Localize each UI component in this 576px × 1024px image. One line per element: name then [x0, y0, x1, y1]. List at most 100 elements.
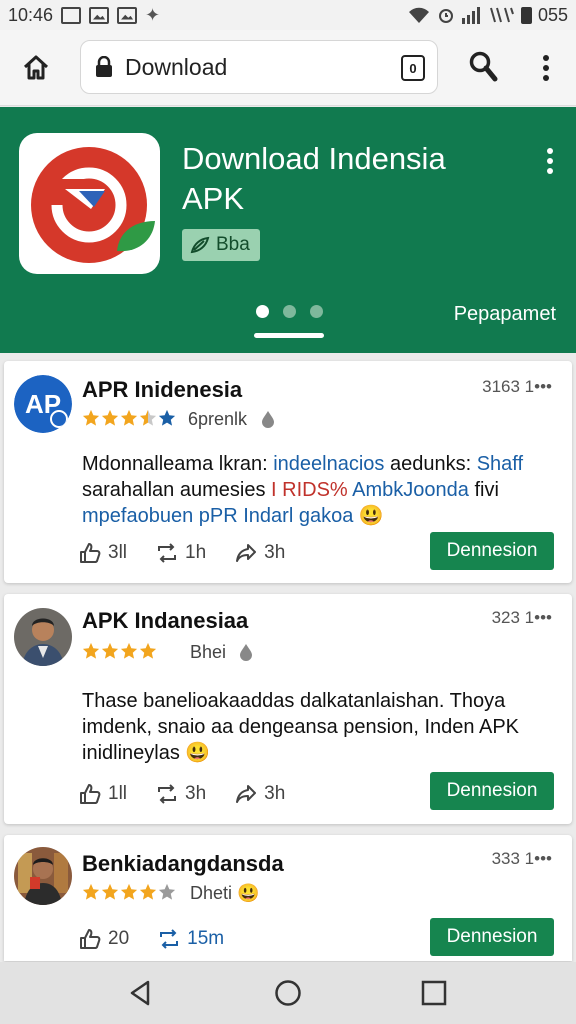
- repost-icon: [158, 543, 177, 563]
- star-empty-icon: [158, 883, 176, 900]
- card-meta[interactable]: 3163 1•••: [482, 377, 552, 397]
- tab-switcher-button[interactable]: 0: [401, 55, 425, 81]
- share-arrow-icon: [236, 785, 257, 803]
- alarm-icon: [438, 9, 453, 23]
- share-button[interactable]: 3h: [234, 782, 285, 806]
- back-icon[interactable]: [126, 978, 156, 1008]
- thumbs-up-icon: [80, 784, 101, 804]
- card-title[interactable]: APR Inidenesia: [82, 377, 242, 403]
- like-button[interactable]: 1ll: [78, 782, 127, 806]
- card-meta[interactable]: 323 1•••: [492, 608, 552, 628]
- home-circle-icon[interactable]: [273, 978, 303, 1008]
- like-button[interactable]: 3ll: [78, 541, 127, 565]
- share-count: 3h: [264, 542, 286, 563]
- avatar-apr-logo[interactable]: AP: [14, 375, 72, 433]
- recents-icon[interactable]: [419, 978, 449, 1008]
- repost-button[interactable]: 1h: [155, 541, 206, 565]
- star-icon: [120, 883, 138, 900]
- carousel-dot-3[interactable]: [310, 305, 323, 318]
- star-half-icon: [139, 409, 157, 426]
- card-subtitle: 6prenlk: [188, 409, 248, 429]
- data-signal-icon: [489, 7, 514, 23]
- body-link[interactable]: Indarl gakoa: [243, 505, 353, 527]
- download-button[interactable]: Dennesion: [430, 772, 554, 810]
- repost-count: 3h: [185, 783, 207, 804]
- card-subtitle: Bhei: [190, 642, 227, 662]
- body-text: Mdonnalleama lkran:: [82, 453, 274, 475]
- card-meta[interactable]: 333 1•••: [492, 849, 552, 869]
- like-count: 3ll: [108, 542, 128, 563]
- clock: 10:46: [8, 4, 54, 25]
- star-icon: [139, 642, 157, 659]
- browser-toolbar: Download 0: [0, 30, 576, 106]
- notification-x-icon: [61, 6, 82, 24]
- share-count: 3h: [264, 783, 286, 804]
- system-navigation-bar: [0, 962, 576, 1024]
- body-highlight: RIDS%: [282, 479, 348, 501]
- repost-count: 1h: [185, 542, 207, 563]
- repost-icon: [158, 784, 177, 804]
- share-button[interactable]: 3h: [234, 541, 285, 565]
- star-icon: [101, 883, 119, 900]
- star-icon: [139, 883, 157, 900]
- card-title[interactable]: Benkiadangdansda: [82, 851, 284, 877]
- battery-level: 055: [537, 4, 568, 25]
- download-button[interactable]: Dennesion: [430, 918, 554, 956]
- carousel-underline: [254, 333, 324, 338]
- repost-count: 15m: [187, 928, 225, 949]
- body-link[interactable]: AmbkJoonda: [352, 479, 469, 501]
- thumbs-up-icon: [80, 543, 101, 563]
- app-title: Download Indensia APK: [182, 141, 446, 216]
- carousel-dot-2[interactable]: [283, 305, 296, 318]
- battery-icon: [520, 6, 532, 24]
- download-button[interactable]: Dennesion: [430, 532, 554, 570]
- app-tag-badge[interactable]: Bba: [182, 229, 260, 261]
- body-link[interactable]: Shaff: [477, 453, 523, 475]
- hero-link[interactable]: Pepapamet: [454, 303, 556, 326]
- repost-button[interactable]: 15m: [157, 927, 224, 951]
- hero-more-icon[interactable]: [540, 145, 560, 177]
- repost-button[interactable]: 3h: [155, 782, 206, 806]
- app-hero-banner: Download Indensia APK Bba Pepapamet: [0, 107, 576, 353]
- star-icon: [101, 409, 119, 426]
- body-link[interactable]: mpefaobuen pPR: [82, 505, 238, 527]
- status-bar: 10:46 ✦ 055: [0, 0, 576, 30]
- signal-icon: [461, 7, 480, 24]
- notification-plus-icon: ✦: [145, 4, 161, 25]
- avatar-user-photo-2[interactable]: [14, 847, 72, 905]
- star-icon: [82, 642, 100, 659]
- star-icon: [82, 409, 100, 426]
- overflow-menu-icon[interactable]: [536, 52, 556, 84]
- review-card-1: AP APR Inidenesia 3163 1••• 6prenlk Mdon…: [4, 361, 572, 583]
- url-text: Download: [125, 53, 228, 80]
- carousel-dot-1[interactable]: [256, 305, 269, 318]
- star-icon: [101, 642, 119, 659]
- body-text: aedunks:: [384, 453, 477, 475]
- star-rating: [82, 883, 176, 901]
- star-icon: [120, 409, 138, 426]
- app-logo-icon[interactable]: [19, 133, 160, 274]
- drop-icon: [262, 411, 274, 428]
- like-count: 20: [108, 928, 130, 949]
- notification-gallery-icon: [117, 6, 138, 24]
- carousel-indicator[interactable]: [256, 305, 323, 318]
- body-text: sarahallan aumesies: [82, 479, 271, 501]
- home-icon[interactable]: [20, 52, 52, 84]
- card-actions: 20 15m: [78, 927, 224, 951]
- review-card-2: APK Indanesiaa 323 1••• Bhei Thase banel…: [4, 594, 572, 824]
- card-title[interactable]: APK Indanesiaa: [82, 608, 248, 634]
- avatar-user-photo[interactable]: [14, 608, 72, 666]
- drop-icon: [240, 644, 252, 661]
- thumbs-up-icon: [80, 929, 101, 949]
- like-count: 1ll: [108, 783, 128, 804]
- review-card-3: Benkiadangdansda 333 1••• Dheti 😃 20 15m…: [4, 835, 572, 961]
- star-rating: [82, 409, 176, 427]
- body-link[interactable]: indeelnacios: [273, 453, 384, 475]
- card-body: Thase banelioakaaddas dalkatanlaishan. T…: [82, 690, 519, 764]
- leaf-icon: [190, 236, 210, 254]
- address-bar[interactable]: Download 0: [80, 40, 438, 94]
- search-icon[interactable]: [468, 50, 498, 84]
- card-subtitle: Dheti 😃: [190, 883, 260, 903]
- like-button[interactable]: 20: [78, 927, 129, 951]
- notification-image-icon: [89, 6, 110, 24]
